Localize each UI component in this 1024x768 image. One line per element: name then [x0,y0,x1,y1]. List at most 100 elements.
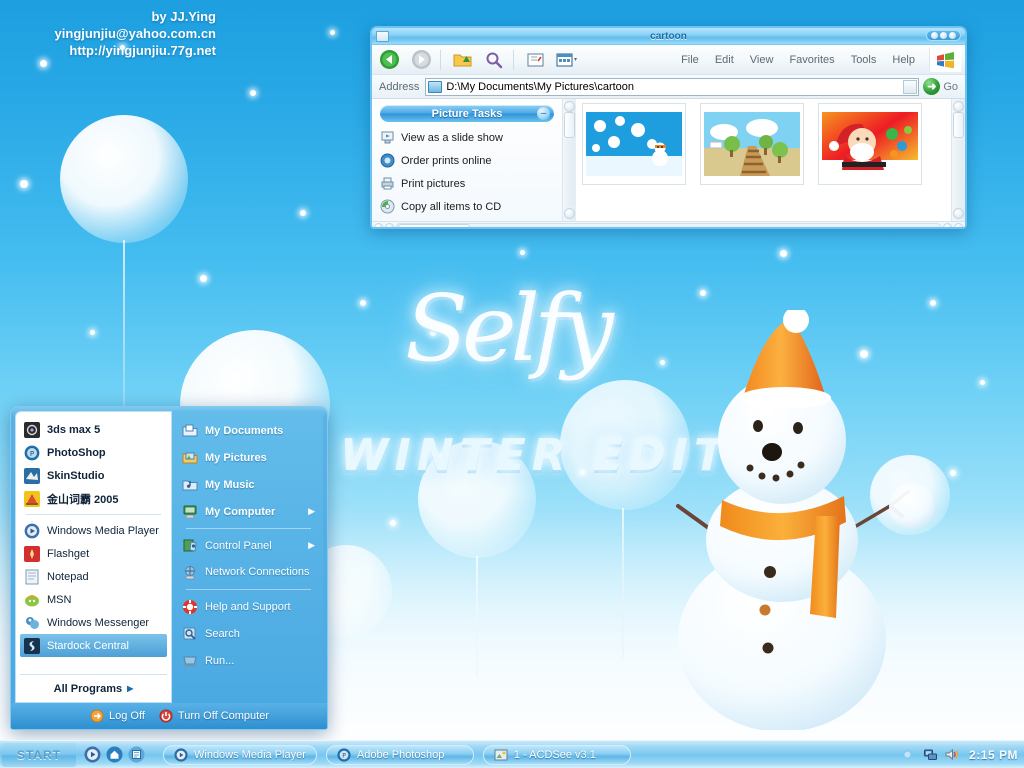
explorer-menubar[interactable]: File Edit View Favorites Tools Help [673,45,923,75]
thumbnail-item[interactable] [700,103,804,185]
scroll-up-icon[interactable] [564,101,575,112]
scroll-thumb[interactable] [398,224,470,229]
menu-view[interactable]: View [742,52,782,68]
minimize-icon[interactable] [931,32,938,39]
chevron-down-icon[interactable] [903,80,917,94]
start-item-my-music[interactable]: My Music [178,471,319,498]
start-item-windows-media-player[interactable]: Windows Media Player [20,519,167,542]
scroll-thumb[interactable] [953,112,964,138]
show-desktop-icon[interactable] [128,746,145,763]
small-dot-icon[interactable] [902,747,917,762]
scroll-left-icon[interactable] [385,223,394,229]
taskbar-buttons[interactable]: Windows Media Player P Adobe Photoshop 1… [163,745,631,765]
taskbar-button-label: Windows Media Player [194,749,306,761]
scroll-down-icon[interactable] [564,208,575,219]
scroll-down-icon[interactable] [953,208,964,219]
scroll-track[interactable] [396,223,941,229]
network-icon[interactable] [923,747,938,762]
menu-tools[interactable]: Tools [843,52,885,68]
msn-icon [24,592,40,608]
start-button[interactable]: START [2,743,76,767]
close-icon[interactable] [949,32,956,39]
system-tray[interactable]: 2:15 PM [902,747,1024,762]
search-icon [182,626,198,642]
start-item-label: Notepad [47,571,89,583]
collapse-icon[interactable]: – [537,107,550,120]
task-copy-to-cd[interactable]: Copy all items to CD [380,199,554,214]
start-item-my-pictures[interactable]: My Pictures [178,444,319,471]
taskbar-button-windows-media-player[interactable]: Windows Media Player [163,745,317,765]
menu-edit[interactable]: Edit [707,52,742,68]
folders-button[interactable] [520,47,550,73]
address-value: D:\My Documents\My Pictures\cartoon [446,81,634,93]
thumbnails-scrollbar[interactable] [951,99,965,221]
explorer-toolbar[interactable]: File Edit View Favorites Tools Help [372,45,965,75]
window-controls[interactable] [926,30,961,41]
start-item-kingsoft[interactable]: 金山词霸 2005 [20,487,167,510]
address-input[interactable]: D:\My Documents\My Pictures\cartoon [425,78,919,96]
views-button[interactable] [552,47,582,73]
start-item-my-computer[interactable]: My Computer ▶ [178,498,319,525]
task-view-slideshow[interactable]: View as a slide show [380,130,554,145]
task-print-pictures[interactable]: Print pictures [380,176,554,191]
home-icon[interactable] [106,746,123,763]
taskbar-button-acdsee[interactable]: 1 - ACDSee v3.1 [483,745,631,765]
task-order-prints[interactable]: Order prints online [380,153,554,168]
horizontal-scrollbar[interactable] [372,221,965,229]
turn-off-computer-button[interactable]: Turn Off Computer [159,709,269,723]
start-item-msn[interactable]: MSN [20,588,167,611]
taskbar[interactable]: START Windows Media Player P [0,740,1024,768]
all-programs-button[interactable]: All Programs ▶ [20,674,167,702]
start-item-control-panel[interactable]: Control Panel ▶ [178,532,319,559]
thumbnail-item[interactable] [818,103,922,185]
start-item-stardock-central[interactable]: Stardock Central [20,634,167,657]
start-item-search[interactable]: Search [178,620,319,647]
snowman-illustration [640,310,940,730]
menu-help[interactable]: Help [884,52,923,68]
go-button[interactable]: ➜ Go [919,78,962,95]
scroll-up-icon[interactable] [953,101,964,112]
picture-tasks-title: Picture Tasks [432,108,503,120]
address-bar[interactable]: Address D:\My Documents\My Pictures\cart… [372,75,965,99]
thumbnail-item[interactable] [582,103,686,185]
search-button[interactable] [479,47,509,73]
run-icon [182,653,198,669]
start-item-skinstudio[interactable]: SkinStudio [20,464,167,487]
back-button[interactable] [374,47,404,73]
start-item-flashget[interactable]: Flashget [20,542,167,565]
quick-launch-bar[interactable] [84,746,145,763]
menu-file[interactable]: File [673,52,707,68]
window-titlebar[interactable]: cartoon [372,28,965,45]
scroll-right-icon[interactable] [943,223,952,229]
forward-button[interactable] [406,47,436,73]
menu-favorites[interactable]: Favorites [781,52,842,68]
picture-tasks-header[interactable]: Picture Tasks – [380,105,554,122]
start-item-network-connections[interactable]: Network Connections [178,559,319,586]
scroll-track[interactable] [954,140,963,206]
maximize-icon[interactable] [940,32,947,39]
slideshow-icon [380,130,395,145]
start-item-run[interactable]: Run... [178,647,319,674]
volume-icon[interactable] [944,747,959,762]
thumbnail-list[interactable] [576,99,965,221]
start-item-photoshop[interactable]: P PhotoShop [20,441,167,464]
start-item-3ds-max-5[interactable]: 3ds max 5 [20,418,167,441]
credit-line: yingjunjiu@yahoo.com.cn [6,25,216,42]
media-player-icon[interactable] [84,746,101,763]
start-item-my-documents[interactable]: My Documents [178,417,319,444]
left-pane-scrollbar[interactable] [562,99,576,221]
taskbar-button-adobe-photoshop[interactable]: P Adobe Photoshop [326,745,474,765]
scroll-left-icon[interactable] [374,223,383,229]
start-item-notepad[interactable]: Notepad [20,565,167,588]
start-item-windows-messenger[interactable]: Windows Messenger [20,611,167,634]
explorer-window[interactable]: cartoon [370,26,967,229]
resize-grip-icon[interactable] [954,223,963,229]
up-folder-button[interactable] [447,47,477,73]
scroll-track[interactable] [565,140,574,206]
start-menu[interactable]: 3ds max 5 P PhotoShop SkinStudio [10,406,328,730]
start-item-help-and-support[interactable]: Help and Support [178,593,319,620]
taskbar-clock[interactable]: 2:15 PM [965,748,1018,762]
log-off-button[interactable]: Log Off [90,709,145,723]
chevron-right-icon: ▶ [127,684,133,693]
scroll-thumb[interactable] [564,112,575,138]
